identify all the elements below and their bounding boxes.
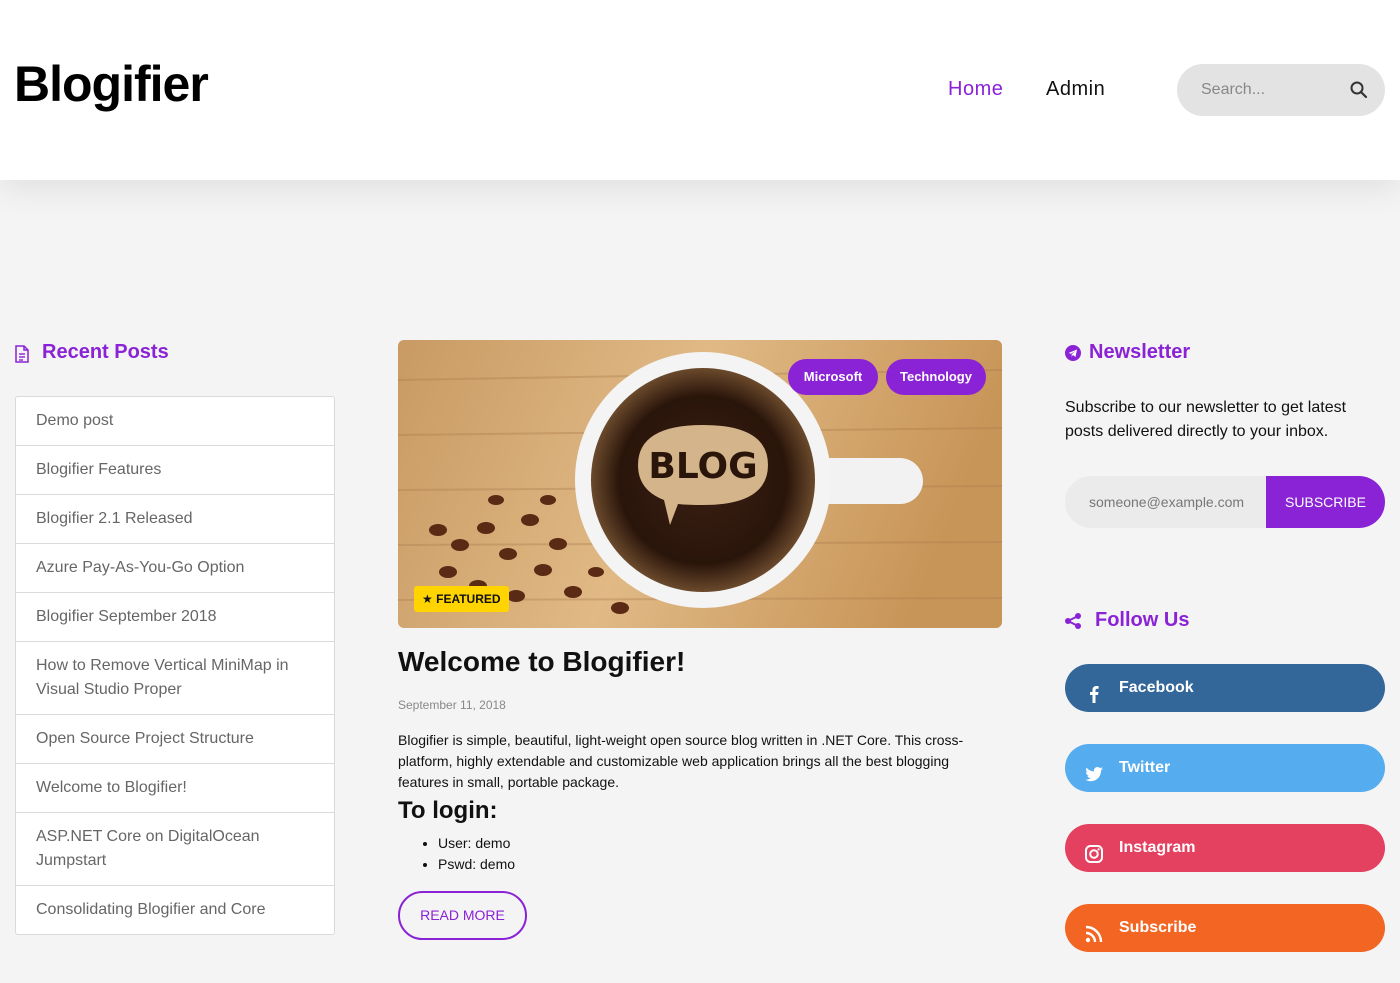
rss-subscribe-label: Subscribe	[1119, 919, 1197, 936]
search-box	[1177, 64, 1385, 116]
post-date: September 11, 2018	[398, 698, 506, 712]
recent-post-link[interactable]: Welcome to Blogifier!	[16, 764, 334, 813]
twitter-icon	[1083, 757, 1105, 782]
tag-microsoft[interactable]: Microsoft	[788, 359, 878, 395]
subscribe-button[interactable]: SUBSCRIBE	[1266, 476, 1385, 528]
document-icon	[14, 345, 30, 368]
facebook-label: Facebook	[1119, 679, 1194, 696]
recent-post-link[interactable]: Open Source Project Structure	[16, 715, 334, 764]
list-item: Pswd: demo	[438, 854, 515, 875]
newsletter-heading: Newsletter	[1089, 341, 1191, 363]
newsletter-description: Subscribe to our newsletter to get lates…	[1065, 399, 1347, 440]
featured-label: FEATURED	[436, 592, 501, 606]
featured-badge: ★ FEATURED	[414, 586, 509, 612]
read-more-button[interactable]: READ MORE	[398, 891, 527, 940]
rss-subscribe-button[interactable]: Subscribe	[1065, 904, 1385, 952]
list-item: User: demo	[438, 833, 515, 854]
search-icon[interactable]	[1349, 80, 1369, 100]
newsletter-email-field[interactable]	[1065, 476, 1267, 528]
recent-post-link[interactable]: Demo post	[16, 397, 334, 446]
recent-post-link[interactable]: Azure Pay-As-You-Go Option	[16, 544, 334, 593]
follow-us-heading: Follow Us	[1095, 609, 1190, 631]
login-list: User: demo Pswd: demo	[438, 833, 515, 875]
recent-posts-list: Demo post Blogifier Features Blogifier 2…	[15, 396, 335, 935]
site-header: Blogifier Home Admin	[0, 0, 1400, 180]
blog-image-text: BLOG	[648, 446, 757, 487]
site-logo[interactable]: Blogifier	[14, 55, 209, 113]
share-icon	[1064, 612, 1082, 635]
instagram-label: Instagram	[1119, 839, 1196, 856]
recent-post-link[interactable]: Blogifier 2.1 Released	[16, 495, 334, 544]
recent-post-link[interactable]: ASP.NET Core on DigitalOcean Jumpstart	[16, 813, 334, 886]
post-subheading: To login:	[398, 797, 498, 824]
nav-home-link[interactable]: Home	[948, 78, 1003, 101]
recent-post-link[interactable]: Blogifier September 2018	[16, 593, 334, 642]
facebook-button[interactable]: Facebook	[1065, 664, 1385, 712]
rss-icon	[1083, 917, 1105, 943]
facebook-icon	[1083, 677, 1105, 703]
recent-post-link[interactable]: How to Remove Vertical MiniMap in Visual…	[16, 642, 334, 715]
twitter-button[interactable]: Twitter	[1065, 744, 1385, 792]
search-input[interactable]	[1177, 64, 1347, 116]
star-icon: ★	[422, 592, 433, 606]
instagram-icon	[1083, 837, 1105, 863]
nav-admin-link[interactable]: Admin	[1046, 78, 1105, 101]
recent-posts-heading: Recent Posts	[42, 341, 169, 363]
recent-post-link[interactable]: Consolidating Blogifier and Core	[16, 886, 334, 934]
instagram-button[interactable]: Instagram	[1065, 824, 1385, 872]
telegram-icon	[1065, 345, 1081, 366]
twitter-label: Twitter	[1119, 759, 1171, 776]
post-excerpt: Blogifier is simple, beautiful, light-we…	[398, 732, 964, 790]
post-title[interactable]: Welcome to Blogifier!	[398, 646, 685, 678]
recent-post-link[interactable]: Blogifier Features	[16, 446, 334, 495]
tag-technology[interactable]: Technology	[886, 359, 986, 395]
